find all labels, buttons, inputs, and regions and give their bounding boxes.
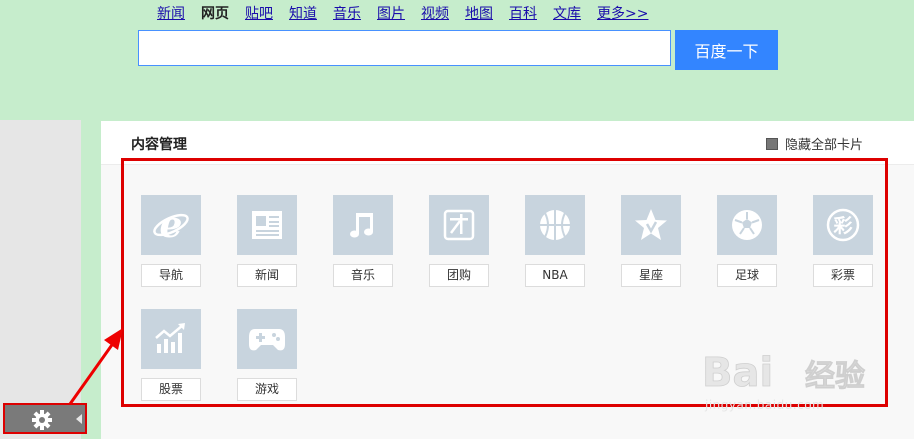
svg-text:Bai: Bai	[702, 350, 773, 396]
watermark-url: jingyan.baidu.com	[705, 398, 825, 412]
svg-text:经验: 经验	[805, 359, 865, 394]
baidu-jingyan-watermark: Bai 经验	[702, 350, 866, 397]
